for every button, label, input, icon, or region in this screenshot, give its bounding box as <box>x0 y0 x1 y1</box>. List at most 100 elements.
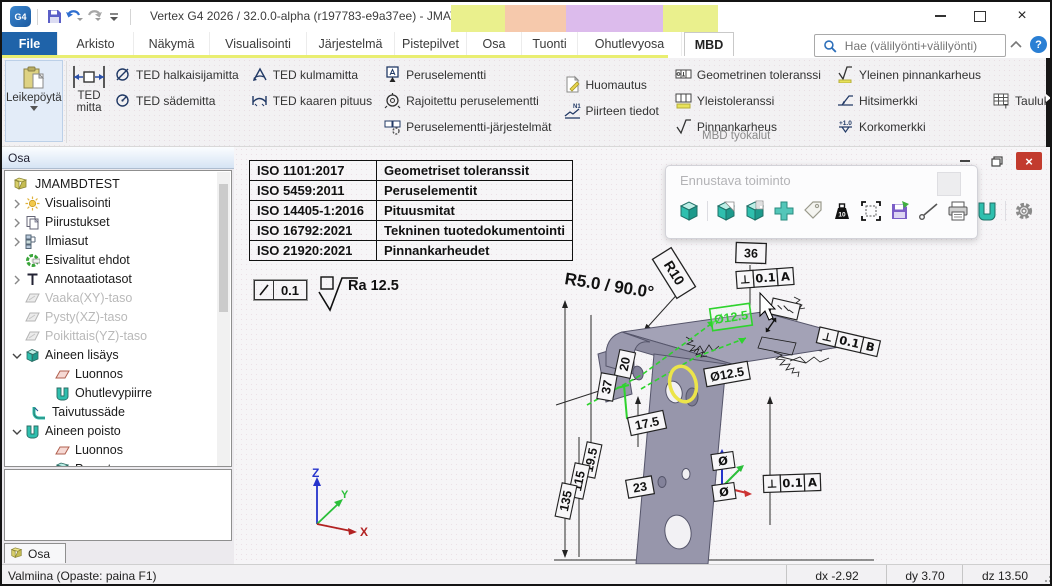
sheet-metal-part[interactable] <box>598 312 872 564</box>
sheet-metal-icon[interactable] <box>976 200 998 222</box>
weight-icon[interactable]: 10 <box>831 200 853 222</box>
peruselementti-button[interactable]: Peruselementti <box>384 66 551 83</box>
tree-scrollbar[interactable] <box>217 172 230 466</box>
taulukko-standardi-button[interactable]: T Taulukko standard <box>993 92 1040 109</box>
tree-item-aineen-poisto[interactable]: Aineen poisto <box>5 422 215 441</box>
redo-icon[interactable] <box>84 7 104 27</box>
peruselementti-jarjestelmat-button[interactable]: Peruselementti-järjestelmät <box>384 118 551 135</box>
tab-jarjestelma[interactable]: Järjestelmä <box>307 32 395 56</box>
tab-mbd[interactable]: MBD <box>684 32 734 56</box>
tab-pistepilvet[interactable]: Pistepilvet <box>395 32 467 56</box>
dia-125-highlighted-tag[interactable]: Ø12.5 <box>710 303 753 330</box>
search-input[interactable] <box>843 38 1005 54</box>
ted-sademitta-button[interactable]: TED sädemitta <box>114 92 239 109</box>
tab-nakyma[interactable]: Näkymä <box>134 32 210 56</box>
fcf-perpendicularity-b[interactable]: ⊥ 0.1 B <box>816 327 880 357</box>
tree-item-root[interactable]: JMAMBDTEST <box>5 175 215 194</box>
table-row: ISO 14405-1:2016Pituusmitat <box>250 201 573 221</box>
chevron-down-icon[interactable] <box>12 427 22 437</box>
tree-item-poikittais-yz-taso[interactable]: Poikittais(YZ)-taso <box>5 327 215 346</box>
doc-minimize-button[interactable] <box>952 152 978 170</box>
save-icon[interactable] <box>44 7 64 27</box>
settings-gear-icon[interactable] <box>1013 200 1035 222</box>
huomautus-button[interactable]: Huomautus <box>564 76 659 93</box>
minimize-button[interactable] <box>920 2 960 30</box>
svg-text:0.1: 0.1 <box>782 476 803 491</box>
dim-135-tag[interactable]: 135 <box>555 483 577 519</box>
tree-item-pursotus[interactable]: Pursotus <box>5 460 215 467</box>
customize-toolbar-icon[interactable] <box>104 7 124 27</box>
view-axis-triad: Z Y X <box>312 466 368 539</box>
dim-36-tag[interactable]: 36 <box>736 242 767 263</box>
doc-close-button[interactable]: × <box>1016 152 1042 170</box>
tag-icon[interactable] <box>802 200 824 222</box>
save-icon[interactable] <box>889 200 911 222</box>
chevron-right-icon[interactable] <box>12 199 22 209</box>
selection-frame-icon[interactable] <box>860 200 882 222</box>
chevron-right-icon[interactable] <box>12 237 22 247</box>
ted-kaaren-pituus-button[interactable]: TED kaaren pituus <box>251 92 372 109</box>
yleistoleranssi-button[interactable]: Yleistoleranssi <box>675 92 821 109</box>
scrollbar-thumb[interactable] <box>219 184 228 312</box>
hitsimerkki-button[interactable]: Hitsimerkki <box>837 92 981 109</box>
tab-visualisointi[interactable]: Visualisointi <box>210 32 307 56</box>
add-feature-icon[interactable] <box>773 200 795 222</box>
new-part-icon[interactable] <box>678 200 700 222</box>
resize-grip[interactable] <box>1041 575 1052 586</box>
r10-tag[interactable]: R10 <box>652 248 695 299</box>
dia-symbol-tag-1[interactable]: Ø <box>711 452 735 471</box>
tree-item-piirustukset[interactable]: Piirustukset <box>5 213 215 232</box>
undo-icon[interactable] <box>64 7 84 27</box>
chevron-right-icon[interactable] <box>12 275 22 285</box>
dia-symbol-tag-2[interactable]: Ø <box>712 483 736 502</box>
geometrinen-toleranssi-button[interactable]: Geometrinen toleranssi <box>675 66 821 83</box>
dim-23-tag[interactable]: 23 <box>626 476 655 498</box>
ted-mitta-button[interactable]: TED mitta <box>71 60 107 142</box>
clipboard-button[interactable]: Leikepöytä <box>5 60 63 142</box>
tree-item-luonnos-2[interactable]: Luonnos <box>5 441 215 460</box>
tree-item-pysty-xz-taso[interactable]: Pysty(XZ)-taso <box>5 308 215 327</box>
tree-item-vaaka-xy-taso[interactable]: Vaaka(XY)-taso <box>5 289 215 308</box>
svg-text:N1: N1 <box>573 104 581 110</box>
yleinen-pinnankarheus-button[interactable]: Yleinen pinnankarheus <box>837 66 981 83</box>
ribbon-scroll-right-icon[interactable] <box>1046 94 1051 102</box>
command-search[interactable] <box>814 34 1006 57</box>
panel-bottom-tab-osa[interactable]: Osa <box>4 543 66 563</box>
table-icon: T <box>993 92 1010 109</box>
tree-item-luonnos-1[interactable]: Luonnos <box>5 365 215 384</box>
doc-restore-button[interactable] <box>984 152 1010 170</box>
chevron-right-icon[interactable] <box>12 218 22 228</box>
chevron-down-icon[interactable] <box>12 351 22 361</box>
part-document-icon[interactable] <box>744 200 766 222</box>
tab-ohutlevyosa[interactable]: Ohutlevyosa <box>578 32 682 56</box>
radius-angle-note[interactable]: R5.0 / 90.0° <box>563 269 655 302</box>
korkomerkki-button[interactable]: +1.0 Korkomerkki <box>837 118 981 135</box>
tree-item-visualisointi[interactable]: Visualisointi <box>5 194 215 213</box>
model-viewport[interactable]: R5.0 / 90.0° R10 36 ⊥ 0.1 A <box>234 147 1052 564</box>
tree-item-ilmiasut[interactable]: Ilmiasut <box>5 232 215 251</box>
close-button[interactable]: × <box>1002 2 1042 30</box>
tab-tuonti[interactable]: Tuonti <box>522 32 578 56</box>
measure-icon[interactable] <box>918 200 940 222</box>
tree-item-annotaatiotasot[interactable]: Annotaatiotasot <box>5 270 215 289</box>
tree-item-aineen-lisays[interactable]: Aineen lisäys <box>5 346 215 365</box>
tab-osa[interactable]: Osa <box>467 32 522 56</box>
ted-halkaisijamitta-button[interactable]: TED halkaisijamitta <box>114 66 239 83</box>
maximize-button[interactable] <box>960 2 1000 30</box>
collapse-ribbon-icon[interactable] <box>1009 38 1025 52</box>
tree-item-ohutlevypiirre[interactable]: Ohutlevypiirre <box>5 384 215 403</box>
app-logo-icon[interactable]: G4 <box>10 6 31 27</box>
print-icon[interactable] <box>947 200 969 222</box>
fcf-perpendicularity-a-right[interactable]: ⊥ 0.1 A <box>763 474 821 493</box>
tree-item-taivutussade[interactable]: Taivutussäde <box>5 403 215 422</box>
help-button[interactable]: ? <box>1030 36 1047 53</box>
tree-item-esivalitut-ehdot[interactable]: Esivalitut ehdot <box>5 251 215 270</box>
open-part-icon[interactable] <box>715 200 737 222</box>
rajoitettu-peruselementti-button[interactable]: Rajoitettu peruselementti <box>384 92 551 109</box>
tab-file[interactable]: File <box>2 32 58 56</box>
ted-kulmamitta-button[interactable]: TED kulmamitta <box>251 66 372 83</box>
fcf-perpendicularity-a-top[interactable]: ⊥ 0.1 A <box>736 268 794 289</box>
piirteen-tiedot-button[interactable]: N1 Piirteen tiedot <box>564 102 659 119</box>
tab-arkisto[interactable]: Arkisto <box>58 32 134 56</box>
svg-text:0.1: 0.1 <box>755 270 776 285</box>
